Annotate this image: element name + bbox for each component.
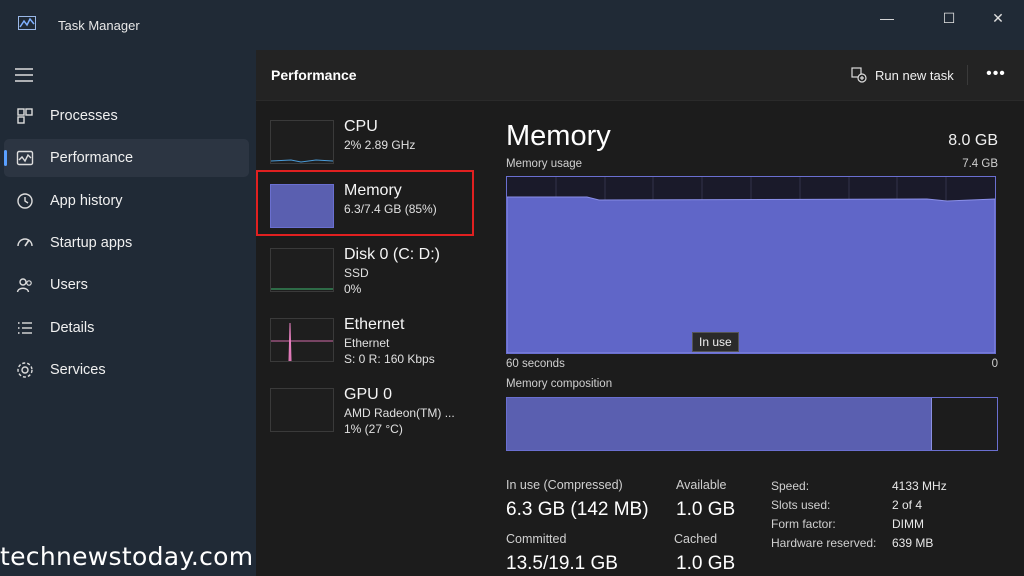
- hardware-reserved-label: Hardware reserved:: [771, 536, 877, 550]
- run-new-task-button[interactable]: Run new task: [851, 64, 954, 86]
- sidebar-item-users[interactable]: Users: [4, 266, 249, 304]
- minimize-button[interactable]: —: [864, 6, 910, 30]
- maximize-button[interactable]: ☐: [926, 6, 972, 30]
- hamburger-menu-icon[interactable]: [15, 68, 33, 82]
- tile-subtext: Ethernet: [344, 336, 390, 350]
- selection-highlight: [256, 170, 474, 236]
- details-icon: [18, 322, 32, 334]
- tile-subtext: 2% 2.89 GHz: [344, 138, 416, 152]
- committed-value: 13.5/19.1 GB: [506, 553, 618, 574]
- sidebar-item-label: App history: [50, 193, 123, 209]
- sidebar-item-startup-apps[interactable]: Startup apps: [4, 224, 249, 262]
- in-use-value: 6.3 GB (142 MB): [506, 499, 649, 520]
- memory-usage-plot: [506, 177, 996, 354]
- gpu-thumbnail: [270, 388, 334, 432]
- graph-x-left-label: 60 seconds: [506, 358, 565, 370]
- tile-disk[interactable]: Disk 0 (C: D:) SSD 0%: [264, 242, 476, 310]
- memory-composition-bar: [506, 397, 998, 451]
- processes-icon: [17, 108, 33, 124]
- app-title: Task Manager: [58, 18, 140, 33]
- sidebar-item-label: Performance: [50, 150, 134, 166]
- memory-usage-max: 7.4 GB: [962, 158, 998, 170]
- in-use-label: In use (Compressed): [506, 478, 623, 492]
- startup-icon: [17, 238, 33, 247]
- ethernet-mini-graph: [271, 322, 333, 362]
- available-label: Available: [676, 478, 727, 492]
- active-indicator: [4, 150, 7, 166]
- title-bar: Task Manager — ☐ ✕: [0, 0, 1024, 50]
- sidebar-item-performance[interactable]: Performance: [4, 139, 249, 177]
- performance-icon: [16, 150, 34, 166]
- more-options-button[interactable]: •••: [978, 62, 1014, 86]
- cpu-mini-graph: [270, 159, 334, 163]
- sidebar-item-services[interactable]: Services: [4, 351, 249, 389]
- sidebar-item-label: Services: [50, 362, 106, 378]
- slots-used-value: 2 of 4: [892, 498, 923, 512]
- memory-usage-graph: [506, 176, 996, 354]
- memory-usage-label: Memory usage: [506, 158, 583, 170]
- form-factor-label: Form factor:: [771, 517, 836, 531]
- sidebar-item-label: Details: [50, 320, 95, 336]
- slots-used-label: Slots used:: [771, 498, 831, 512]
- services-icon: [17, 362, 33, 378]
- cached-label: Cached: [674, 532, 718, 546]
- disk-thumbnail: [270, 248, 334, 292]
- memory-composition-label: Memory composition: [506, 378, 613, 390]
- memory-total: 8.0 GB: [948, 132, 998, 149]
- sidebar: Processes Performance App history Startu…: [0, 50, 256, 576]
- sidebar-item-label: Processes: [50, 108, 118, 124]
- sidebar-item-details[interactable]: Details: [4, 309, 249, 347]
- users-icon: [16, 278, 32, 293]
- cpu-thumbnail: [270, 120, 334, 164]
- tile-name: GPU 0: [344, 386, 393, 403]
- sidebar-item-processes[interactable]: Processes: [4, 97, 249, 135]
- page-title: Performance: [271, 67, 357, 83]
- tile-subtext: 1% (27 °C): [344, 422, 403, 436]
- detail-title: Memory: [506, 120, 611, 152]
- run-task-icon: [851, 67, 867, 83]
- form-factor-value: DIMM: [892, 517, 924, 531]
- tile-ethernet[interactable]: Ethernet Ethernet S: 0 R: 160 Kbps: [264, 312, 476, 380]
- run-new-task-label: Run new task: [875, 67, 954, 83]
- composition-divider: [931, 398, 932, 450]
- disk-mini-graph: [271, 288, 333, 290]
- composition-in-use-segment: [507, 398, 931, 450]
- in-use-tooltip: In use: [692, 332, 739, 352]
- tile-gpu[interactable]: GPU 0 AMD Radeon(TM) ... 1% (27 °C): [264, 382, 476, 450]
- tile-subtext: 0%: [344, 282, 362, 296]
- header-divider: [967, 65, 968, 85]
- available-value: 1.0 GB: [676, 499, 736, 520]
- history-icon: [17, 193, 33, 209]
- close-button[interactable]: ✕: [975, 6, 1021, 30]
- ethernet-thumbnail: [270, 318, 334, 362]
- graph-x-right-label: 0: [991, 358, 998, 370]
- hardware-reserved-value: 639 MB: [892, 536, 934, 550]
- task-manager-icon: [18, 16, 36, 30]
- tile-name: CPU: [344, 118, 378, 135]
- speed-value: 4133 MHz: [892, 479, 947, 493]
- tile-subtext: SSD: [344, 266, 369, 280]
- tile-subtext: S: 0 R: 160 Kbps: [344, 352, 435, 366]
- cached-value: 1.0 GB: [676, 553, 736, 574]
- committed-label: Committed: [506, 532, 567, 546]
- speed-label: Speed:: [771, 479, 810, 493]
- performance-panel: Performance Run new task ••• CPU 2% 2.89…: [256, 50, 1024, 576]
- sidebar-item-app-history[interactable]: App history: [4, 182, 249, 220]
- tile-name: Disk 0 (C: D:): [344, 246, 440, 263]
- sidebar-item-label: Startup apps: [50, 235, 133, 251]
- tile-subtext: AMD Radeon(TM) ...: [344, 406, 455, 420]
- site-watermark: technewstoday.com: [0, 542, 254, 571]
- page-header: Performance Run new task •••: [256, 50, 1024, 101]
- sidebar-item-label: Users: [50, 277, 88, 293]
- tile-name: Ethernet: [344, 316, 405, 333]
